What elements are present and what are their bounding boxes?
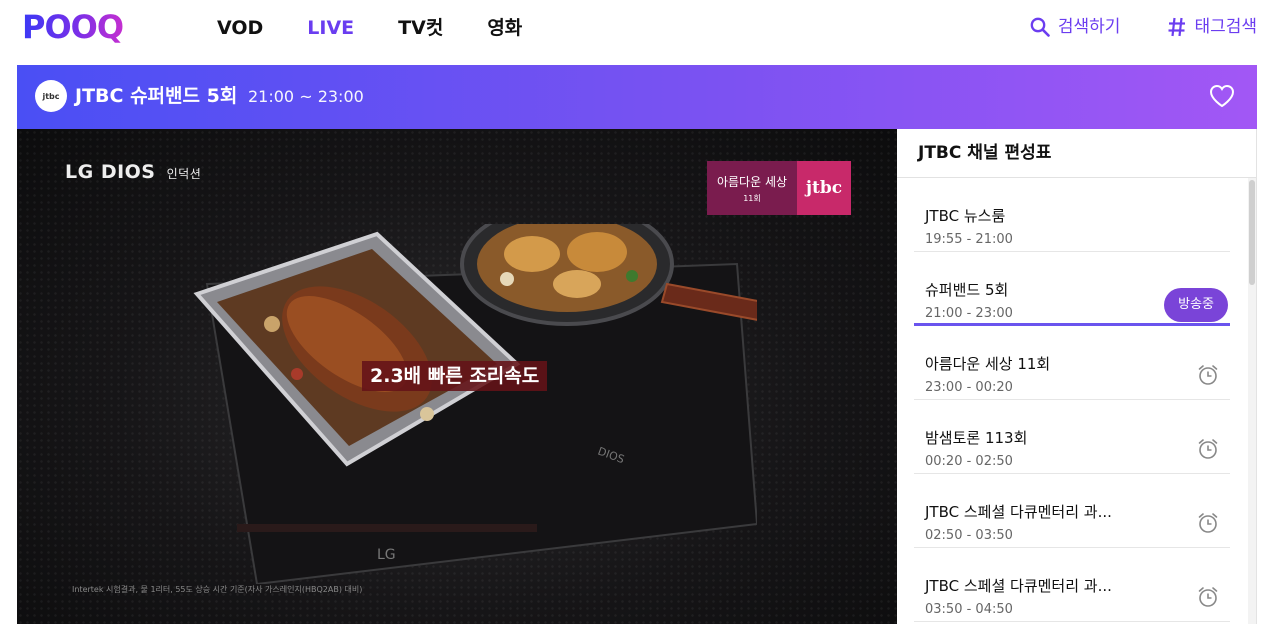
svg-text:LG: LG — [377, 547, 396, 563]
schedule-item[interactable]: JTBC 뉴스룸 19:55 - 21:00 — [914, 178, 1230, 252]
watermark-channel: jtbc — [797, 161, 851, 215]
alarm-clock-icon[interactable] — [1197, 512, 1219, 534]
schedule-item[interactable]: JTBC 스페셜 다큐멘터리 과... 03:50 - 04:50 — [914, 548, 1230, 622]
schedule-item-title: 슈퍼밴드 5회 — [925, 281, 1009, 299]
channel-logo-text: jtbc — [42, 91, 60, 101]
video-frame-cookware: DIOS LG — [193, 224, 757, 584]
video-player[interactable]: DIOS LG LG DIOS 인덕션 아름다운 세상 11회 jtbc 2.3… — [17, 129, 897, 624]
video-fine-print: Intertek 시험결과, 물 1리터, 55도 상승 시간 기준(자사 가스… — [72, 585, 363, 594]
program-title: JTBC 슈퍼밴드 5회 — [75, 85, 238, 107]
schedule-item-time: 19:55 - 21:00 — [925, 232, 1013, 247]
alarm-clock-icon[interactable] — [1197, 364, 1219, 386]
channel-schedule-panel: JTBC 채널 편성표 JTBC 뉴스룸 19:55 - 21:00 슈퍼밴드 … — [897, 129, 1257, 624]
search-label: 검색하기 — [1057, 17, 1121, 37]
ad-brand-name: LG DIOS — [65, 161, 156, 183]
scrollbar-thumb[interactable] — [1249, 180, 1255, 285]
nav-vod[interactable]: VOD — [217, 14, 263, 42]
schedule-item-title: JTBC 스페셜 다큐멘터리 과... — [925, 577, 1112, 595]
search-icon — [1030, 17, 1050, 37]
channel-watermark: 아름다운 세상 11회 jtbc — [707, 161, 851, 215]
alarm-clock-icon[interactable] — [1197, 586, 1219, 608]
ad-brand-mark: LG DIOS 인덕션 — [65, 161, 201, 183]
channel-logo: jtbc — [35, 80, 67, 112]
schedule-list: JTBC 뉴스룸 19:55 - 21:00 슈퍼밴드 5회 21:00 - 2… — [914, 178, 1230, 622]
ad-brand-sub: 인덕션 — [166, 167, 202, 181]
schedule-item-title: JTBC 뉴스룸 — [925, 207, 1006, 225]
schedule-item-time: 02:50 - 03:50 — [925, 528, 1013, 543]
on-air-badge: 방송중 — [1164, 288, 1228, 322]
schedule-item-title: JTBC 스페셜 다큐멘터리 과... — [925, 503, 1112, 521]
watermark-program: 아름다운 세상 11회 — [707, 161, 797, 215]
alarm-clock-icon[interactable] — [1197, 438, 1219, 460]
schedule-item-time: 03:50 - 04:50 — [925, 602, 1013, 617]
schedule-scrollbar[interactable] — [1248, 178, 1256, 624]
pooq-logo[interactable]: POOQ — [22, 8, 124, 46]
schedule-item-time: 23:00 - 00:20 — [925, 380, 1013, 395]
tag-search-button[interactable]: 태그검색 — [1168, 14, 1257, 40]
main-nav: VOD LIVE TV컷 영화 — [217, 14, 566, 42]
schedule-item-time: 21:00 - 23:00 — [925, 306, 1013, 321]
schedule-item[interactable]: JTBC 스페셜 다큐멘터리 과... 02:50 - 03:50 — [914, 474, 1230, 548]
nav-actions: 검색하기 태그검색 — [982, 14, 1257, 40]
nav-live[interactable]: LIVE — [307, 14, 354, 42]
schedule-item[interactable]: 아름다운 세상 11회 23:00 - 00:20 — [914, 326, 1230, 400]
nav-movie[interactable]: 영화 — [487, 14, 522, 42]
schedule-item-current[interactable]: 슈퍼밴드 5회 21:00 - 23:00 방송중 — [914, 252, 1230, 326]
schedule-item[interactable]: 밤샘토론 113회 00:20 - 02:50 — [914, 400, 1230, 474]
tag-search-label: 태그검색 — [1194, 17, 1257, 37]
watermark-episode: 11회 — [743, 193, 761, 203]
schedule-title: JTBC 채널 편성표 — [897, 129, 1256, 178]
watermark-program-title: 아름다운 세상 — [716, 174, 788, 189]
heart-icon[interactable] — [1209, 84, 1235, 108]
program-time: 21:00 ~ 23:00 — [248, 87, 364, 106]
program-info-bar: jtbc JTBC 슈퍼밴드 5회 21:00 ~ 23:00 — [17, 65, 1257, 129]
schedule-item-title: 아름다운 세상 11회 — [925, 355, 1051, 373]
top-navigation: POOQ VOD LIVE TV컷 영화 검색하기 태그검색 — [0, 0, 1265, 64]
video-caption: 2.3배 빠른 조리속도 — [362, 361, 548, 391]
search-button[interactable]: 검색하기 — [1030, 14, 1121, 40]
schedule-item-time: 00:20 - 02:50 — [925, 454, 1013, 469]
schedule-item-title: 밤샘토론 113회 — [925, 429, 1028, 447]
nav-tv-clip[interactable]: TV컷 — [398, 14, 443, 42]
hashtag-icon — [1168, 17, 1186, 37]
